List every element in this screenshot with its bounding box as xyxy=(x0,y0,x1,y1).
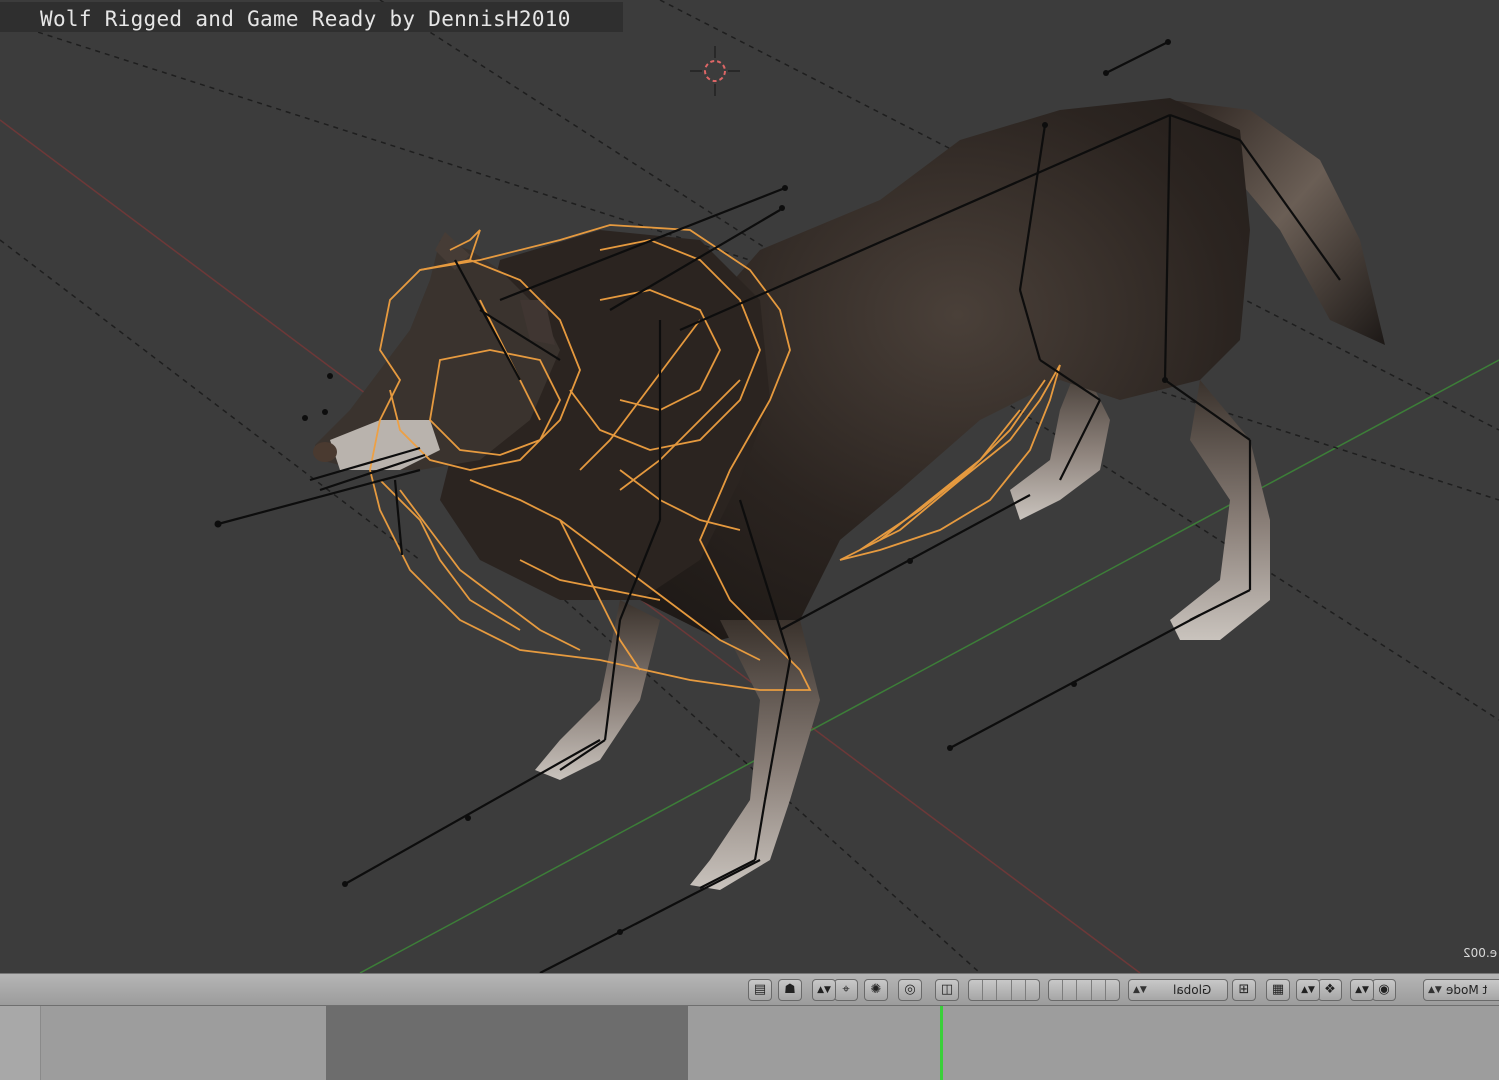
transform-orientation-label: Global xyxy=(1173,983,1212,997)
transform-orientation-select[interactable]: ▲▼ Global xyxy=(1128,979,1228,1001)
proportional-edit-icon[interactable]: ◫ xyxy=(935,979,959,1001)
active-object-name: e.002 xyxy=(1462,946,1497,960)
3d-viewport[interactable]: Wolf Rigged and Game Ready by DennisH201… xyxy=(0,0,1499,973)
shading-dropdown-arrows-icon[interactable]: ▲▼ xyxy=(1350,979,1374,1001)
timeline-sidebar xyxy=(0,1006,41,1080)
snap-magnet-icon[interactable]: ◎ xyxy=(898,979,922,1001)
layer-grid-icon[interactable] xyxy=(968,979,1040,1001)
layer-grid-icon[interactable] xyxy=(1048,979,1120,1001)
timeline-editor[interactable] xyxy=(0,1006,1499,1080)
caption-overlay: Wolf Rigged and Game Ready by DennisH201… xyxy=(0,2,623,32)
3d-cursor-icon[interactable] xyxy=(690,46,740,96)
pivot-point-icon[interactable]: ❖ xyxy=(1318,979,1342,1001)
wolf-mesh[interactable] xyxy=(313,98,1385,890)
caption-text: Wolf Rigged and Game Ready by DennisH201… xyxy=(40,7,571,31)
3d-view-header: ▲▼ t Mode ◉ ▲▼ ❖ ▲▼ ▦ ⊞ ▲▼ Global ◫ ◎ ✺ … xyxy=(0,973,1499,1006)
updown-arrows-icon: ▲▼ xyxy=(1133,985,1147,995)
manipulator-icon[interactable]: ▦ xyxy=(1266,979,1290,1001)
updown-arrows-icon: ▲▼ xyxy=(1428,985,1442,995)
scene-canvas[interactable] xyxy=(0,0,1499,973)
timeline-frame-range xyxy=(326,1006,688,1080)
pivot-dropdown-arrows-icon[interactable]: ▲▼ xyxy=(1296,979,1320,1001)
snap-dropdown-arrows-icon[interactable]: ▲▼ xyxy=(812,979,836,1001)
timeline-playhead[interactable] xyxy=(940,1006,943,1080)
snap-target-icon[interactable]: ✺ xyxy=(864,979,888,1001)
mode-label: t Mode xyxy=(1446,983,1488,997)
render-icon[interactable]: ☗ xyxy=(778,979,802,1001)
snap-element-icon[interactable]: ⌖ xyxy=(834,979,858,1001)
orientation-icon[interactable]: ⊞ xyxy=(1232,979,1256,1001)
camera-icon[interactable]: ▤ xyxy=(748,979,772,1001)
mode-selector[interactable]: ▲▼ t Mode xyxy=(1423,979,1499,1001)
blender-window: Wolf Rigged and Game Ready by DennisH201… xyxy=(0,0,1499,1080)
viewport-shading-icon[interactable]: ◉ xyxy=(1372,979,1396,1001)
